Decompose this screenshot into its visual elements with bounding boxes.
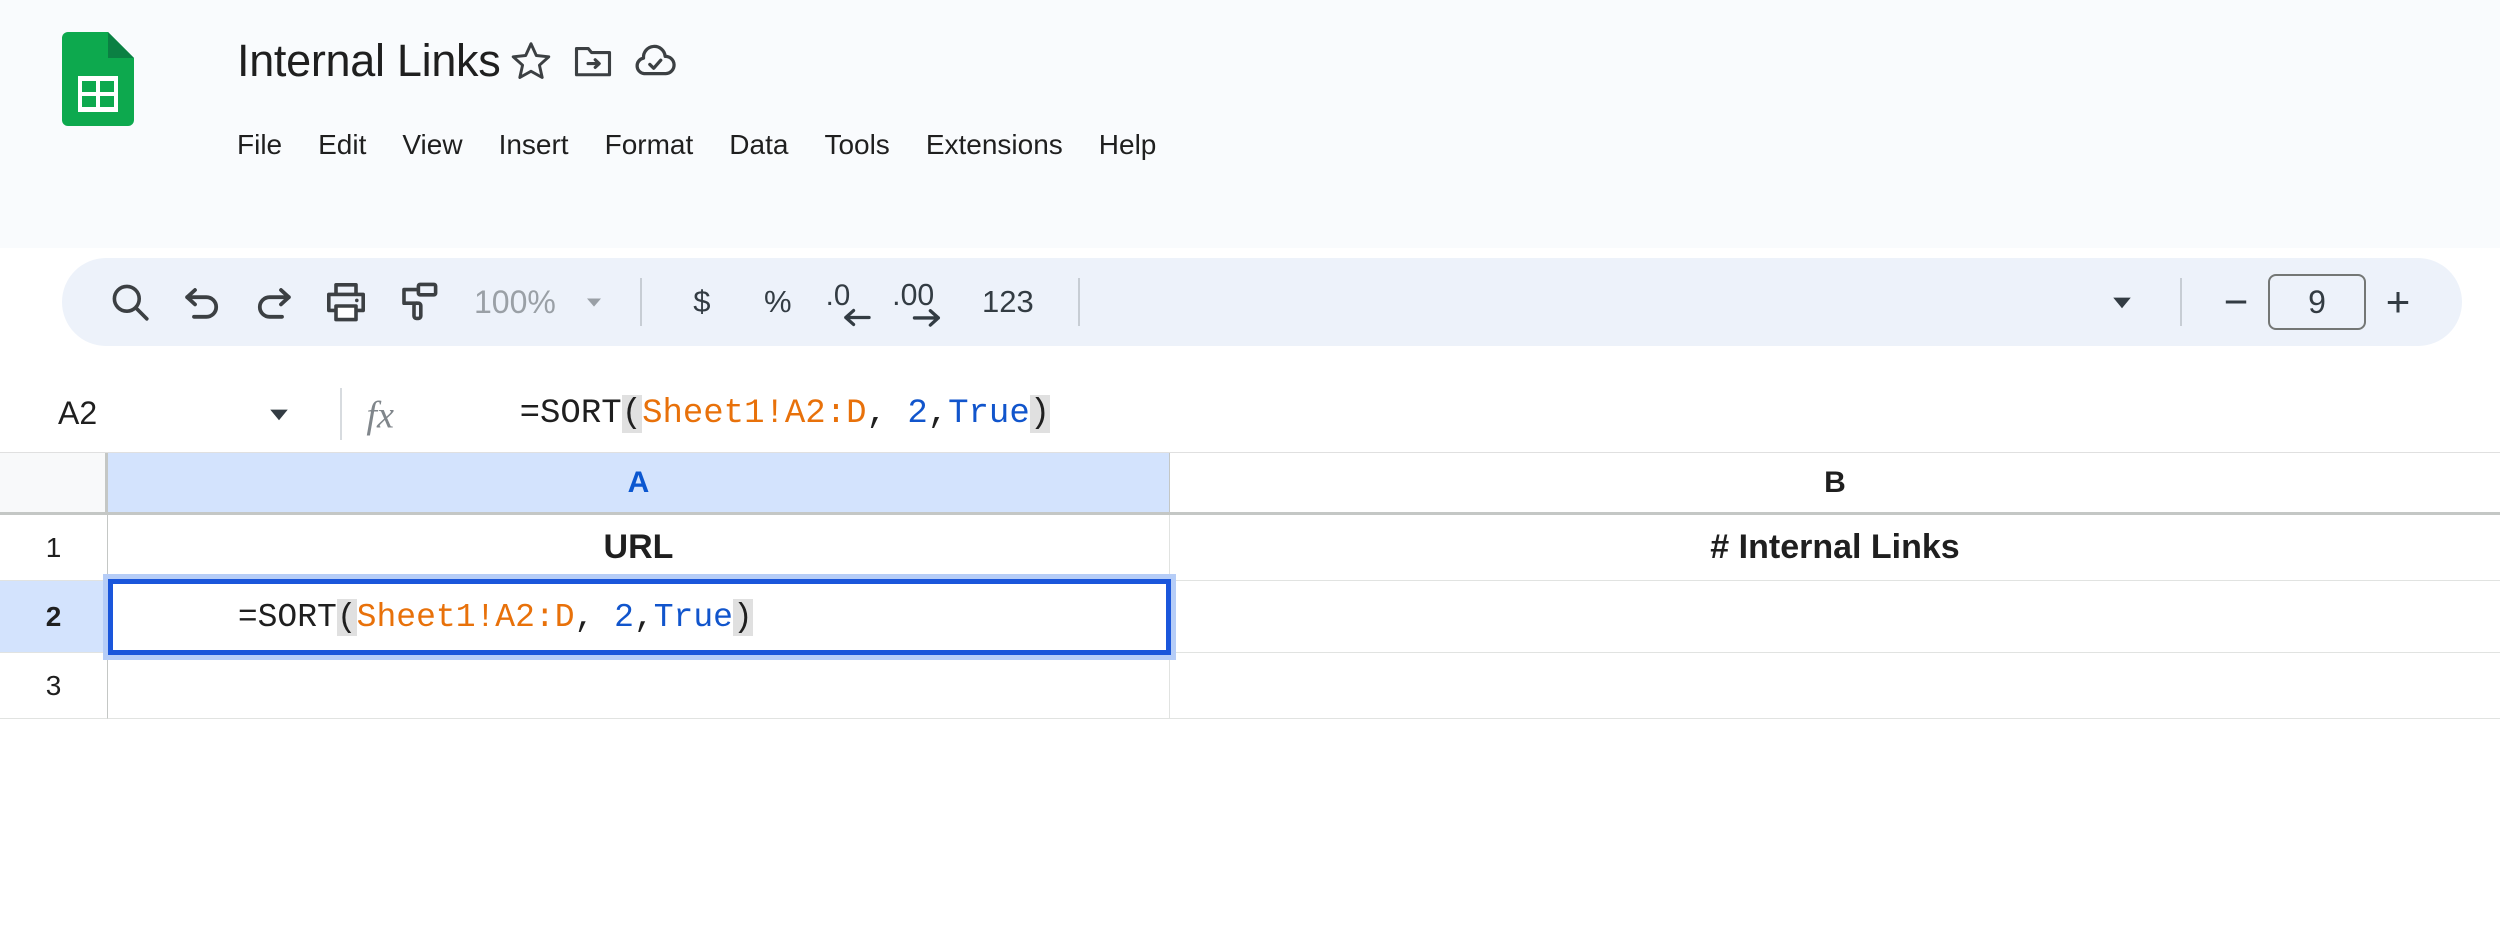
svg-text:.00: .00 [892, 279, 934, 312]
menu-item-tools[interactable]: Tools [806, 123, 907, 167]
drive-cloud-icon[interactable] [624, 30, 686, 92]
cell-formula-token-open-paren: ( [336, 598, 357, 636]
name-box[interactable]: A2 [0, 375, 340, 452]
column-header-a[interactable]: A [108, 453, 1170, 515]
cell-b1[interactable]: # Internal Links [1170, 515, 2500, 581]
cell-formula-token-close-paren: ) [732, 598, 753, 636]
name-box-value: A2 [58, 395, 98, 431]
formula-token-boolean: True [948, 394, 1030, 433]
column-header-b[interactable]: B [1170, 453, 2500, 515]
cell-b2[interactable] [1170, 581, 2500, 653]
formula-token-open-paren: ( [621, 394, 643, 433]
cell-formula-token-boolean: True [653, 598, 733, 636]
increase-decimal-button[interactable]: .00 [888, 266, 960, 338]
svg-text:fx: fx [366, 394, 394, 436]
star-icon[interactable] [500, 30, 562, 92]
cell-formula-token-sep2: , [633, 598, 654, 636]
svg-text:.0: .0 [825, 279, 850, 312]
cell-a2-formula[interactable]: =SORT(Sheet1!A2:D, 2,True) [119, 562, 753, 673]
row-header-3[interactable]: 3 [0, 653, 108, 719]
zoom-value: 100% [474, 283, 556, 320]
percent-format-button[interactable]: % [740, 266, 816, 338]
toolbar-divider-2 [1077, 278, 1080, 326]
toolbar: 100% $ % .0 .00 123 − 9 + [62, 258, 2462, 346]
cell-formula-token-number: 2 [614, 598, 634, 636]
menu-item-data[interactable]: Data [711, 123, 806, 167]
cell-b1-text: # Internal Links [1710, 528, 1960, 566]
font-size-decrease-button[interactable]: − [2204, 270, 2268, 334]
toolbar-divider [639, 278, 642, 326]
font-size-input[interactable]: 9 [2268, 274, 2366, 330]
menu-item-format[interactable]: Format [587, 123, 712, 167]
undo-icon[interactable] [166, 266, 238, 338]
number-format-button[interactable]: 123 [960, 266, 1056, 338]
font-size-increase-button[interactable]: + [2366, 270, 2430, 334]
menu-item-edit[interactable]: Edit [300, 123, 384, 167]
spreadsheet-grid: A B 1 2 3 URL # Internal Links =SORT(She… [0, 453, 2500, 845]
select-all-corner[interactable] [0, 453, 108, 515]
formula-token-sep1: , [866, 394, 908, 433]
redo-icon[interactable] [238, 266, 310, 338]
print-icon[interactable] [310, 266, 382, 338]
title-row: Internal Links [237, 28, 686, 94]
app-header: Internal Links File Edit View Insert For… [0, 0, 2500, 248]
decrease-decimal-button[interactable]: .0 [816, 266, 888, 338]
name-box-caret-icon[interactable] [264, 399, 294, 429]
formula-token-number: 2 [907, 394, 928, 433]
move-to-folder-icon[interactable] [562, 30, 624, 92]
formula-token-sep2: , [927, 394, 949, 433]
menu-item-view[interactable]: View [384, 123, 480, 167]
menu-bar: File Edit View Insert Format Data Tools … [237, 118, 1174, 172]
currency-format-button[interactable]: $ [664, 266, 740, 338]
cell-b3[interactable] [1170, 653, 2500, 719]
cell-formula-token-fn: =SORT [237, 598, 337, 636]
formula-token-range: Sheet1!A2:D [642, 394, 867, 433]
formula-token-close-paren: ) [1029, 394, 1051, 433]
fx-icon[interactable]: fx [342, 375, 438, 452]
cell-formula-token-sep1: , [574, 598, 615, 636]
menu-item-extensions[interactable]: Extensions [908, 123, 1081, 167]
formula-token-fn: =SORT [519, 394, 622, 433]
more-options-caret-icon[interactable] [2086, 266, 2158, 338]
chevron-down-icon [586, 298, 601, 307]
row-header-1[interactable]: 1 [0, 515, 108, 581]
menu-item-help[interactable]: Help [1081, 123, 1175, 167]
row-header-2[interactable]: 2 [0, 581, 108, 653]
search-icon[interactable] [94, 266, 166, 338]
cell-formula-token-range: Sheet1!A2:D [356, 598, 575, 636]
cell-a2-editing[interactable]: =SORT(Sheet1!A2:D, 2,True) [108, 579, 1171, 655]
formula-bar: A2 fx =SORT(Sheet1!A2:D, 2,True) [0, 375, 2500, 453]
menu-item-insert[interactable]: Insert [481, 123, 587, 167]
document-title[interactable]: Internal Links [237, 28, 501, 94]
zoom-control[interactable]: 100% [458, 270, 618, 334]
paint-format-icon[interactable] [382, 266, 454, 338]
menu-item-file[interactable]: File [237, 123, 300, 167]
sheets-logo-icon [62, 32, 134, 126]
toolbar-divider-3 [2180, 278, 2182, 326]
toolbar-wrapper: 100% $ % .0 .00 123 − 9 + [0, 248, 2500, 375]
